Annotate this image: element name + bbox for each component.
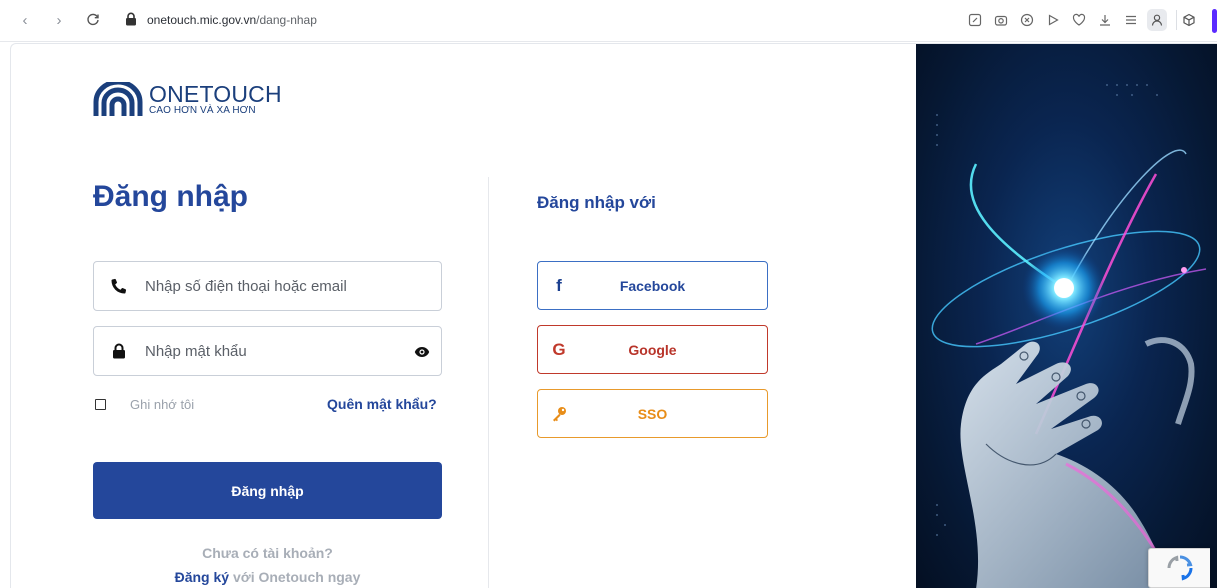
register-suffix: với Onetouch ngay: [229, 569, 361, 585]
recaptcha-icon: [1167, 555, 1192, 581]
lock-icon: [110, 342, 128, 360]
ai-hand-illustration: [931, 84, 1207, 588]
page-title: Đăng nhập: [93, 180, 248, 213]
phone-icon: [110, 277, 128, 295]
play-icon[interactable]: [1043, 9, 1063, 31]
address-bar[interactable]: onetouch.mic.gov.vn/dang-nhap: [147, 13, 317, 27]
phone-email-input[interactable]: [145, 277, 405, 295]
sso-login-button[interactable]: SSO: [537, 389, 768, 438]
download-icon[interactable]: [1095, 9, 1115, 31]
facebook-login-button[interactable]: f Facebook: [537, 261, 768, 310]
facebook-label: Facebook: [619, 277, 686, 294]
column-divider: [488, 177, 489, 588]
url-path: /dang-nhap: [256, 13, 317, 27]
sidebar-accent-bar[interactable]: [1212, 9, 1217, 33]
heart-icon[interactable]: [1069, 9, 1089, 31]
page-content: ONETOUCH CAO HƠN VÀ XA HƠN Đăng nhập Ghi…: [10, 43, 1217, 588]
social-login-heading: Đăng nhập với: [537, 193, 656, 212]
remember-me[interactable]: Ghi nhớ tôi: [95, 397, 194, 412]
reload-icon[interactable]: [84, 11, 102, 29]
remember-label: Ghi nhớ tôi: [130, 397, 195, 412]
eye-icon[interactable]: [413, 343, 431, 361]
forward-icon[interactable]: ›: [50, 11, 68, 29]
facebook-icon: f: [556, 276, 562, 295]
sso-label: SSO: [637, 405, 668, 422]
no-account-text: Chưa có tài khoản?: [202, 545, 333, 561]
menu-icon[interactable]: [1121, 9, 1141, 31]
password-field[interactable]: [93, 326, 442, 376]
browser-toolbar: ‹ › onetouch.mic.gov.vn/dang-nhap: [0, 0, 1217, 42]
camera-icon[interactable]: [991, 9, 1011, 31]
onetouch-logo-icon: [93, 82, 143, 116]
cube-icon[interactable]: [1179, 10, 1199, 30]
toolbar-icons: [965, 9, 1167, 31]
brand-logo: ONETOUCH CAO HƠN VÀ XA HƠN: [93, 82, 282, 116]
toolbar-separator: [1176, 10, 1177, 30]
lock-icon[interactable]: [125, 12, 137, 31]
url-host: onetouch.mic.gov.vn: [147, 13, 257, 27]
remember-checkbox[interactable]: [95, 399, 106, 410]
block-icon[interactable]: [1017, 9, 1037, 31]
register-link[interactable]: Đăng ký: [175, 569, 229, 585]
google-icon: G: [552, 340, 566, 359]
register-line: Đăng ký với Onetouch ngay: [93, 569, 442, 585]
profile-icon[interactable]: [1147, 9, 1167, 31]
recaptcha-badge[interactable]: [1148, 548, 1210, 588]
back-icon[interactable]: ‹: [16, 11, 34, 29]
key-icon: [550, 404, 568, 424]
forgot-password-link[interactable]: Quên mật khẩu?: [327, 396, 437, 412]
login-button[interactable]: Đăng nhập: [93, 462, 442, 519]
google-login-button[interactable]: G Google: [537, 325, 768, 374]
edit-icon[interactable]: [965, 9, 985, 31]
google-label: Google: [628, 341, 677, 358]
brand-title: ONETOUCH: [149, 80, 282, 107]
hero-image: [916, 44, 1217, 588]
password-input[interactable]: [145, 342, 405, 360]
phone-email-field[interactable]: [93, 261, 442, 311]
